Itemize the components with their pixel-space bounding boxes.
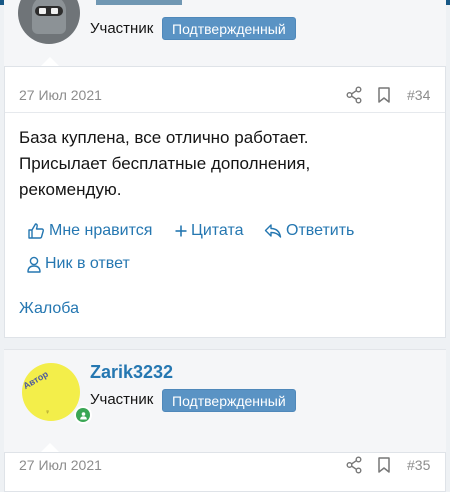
avatar[interactable] (18, 0, 80, 44)
post-card: 27 Июл 2021 #34 База куплена, все отличн… (4, 66, 446, 338)
mention-label: Ник в ответ (45, 255, 130, 272)
post-text-line: Присылает бесплатные дополнения, (19, 154, 311, 173)
post-number[interactable]: #35 (407, 457, 430, 473)
post-date[interactable]: 27 Июл 2021 (19, 87, 102, 103)
mention-button[interactable]: Ник в ответ (27, 255, 130, 273)
user-icon (27, 256, 41, 273)
post-author-area: Автор ♀ Zarik3232 Участник Подтвержденны… (4, 349, 446, 468)
user-role: Участник (90, 391, 154, 408)
report-link[interactable]: Жалоба (19, 300, 79, 318)
report-label: Жалоба (19, 300, 79, 317)
share-icon[interactable] (345, 86, 363, 104)
user-badge: Подтвержденный (162, 389, 296, 412)
reply-label: Ответить (286, 222, 355, 239)
quote-button[interactable]: Цитата (175, 222, 244, 240)
user-badge: Подтвержденный (162, 17, 296, 40)
post-card: 27 Июл 2021 #35 (4, 452, 446, 492)
post-author-area: Участник Подтвержденный (4, 0, 446, 67)
quote-label: Цитата (191, 222, 244, 239)
post-number[interactable]: #34 (407, 87, 430, 103)
post-date[interactable]: 27 Июл 2021 (19, 457, 102, 473)
bookmark-icon[interactable] (375, 456, 393, 474)
post-text-line: База куплена, все отлично работает. (19, 128, 309, 147)
post-body: База куплена, все отлично работает. Прис… (19, 125, 419, 203)
avatar[interactable]: Автор ♀ (21, 363, 92, 424)
plus-icon (175, 225, 187, 237)
bookmark-icon[interactable] (375, 86, 393, 104)
thumbs-up-icon (28, 223, 44, 239)
user-role: Участник (90, 20, 154, 37)
share-icon[interactable] (345, 456, 363, 474)
reply-button[interactable]: Ответить (264, 222, 354, 240)
reply-icon (264, 224, 282, 238)
username[interactable]: Zarik3232 (90, 362, 173, 383)
like-button[interactable]: Мне нравится (27, 222, 152, 240)
post-text-line: рекомендую. (19, 180, 122, 199)
username-peek[interactable] (96, 0, 182, 5)
online-indicator-icon (74, 406, 92, 424)
avatar-stamp: Автор (21, 368, 50, 392)
like-label: Мне нравится (49, 222, 153, 239)
